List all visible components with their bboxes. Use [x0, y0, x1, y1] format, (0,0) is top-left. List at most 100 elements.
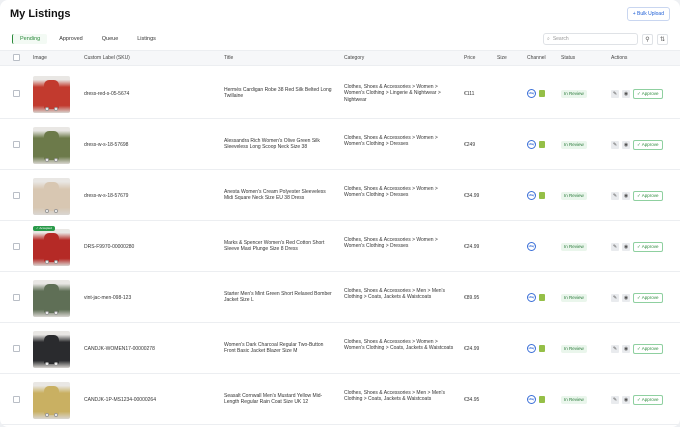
- col-title[interactable]: Title: [224, 55, 233, 61]
- product-thumbnail[interactable]: [33, 279, 70, 317]
- ebay-channel-icon[interactable]: eBay: [527, 139, 536, 149]
- approve-button[interactable]: ✓ Approve: [633, 139, 663, 150]
- row-checkbox[interactable]: [13, 293, 20, 301]
- col-channel[interactable]: Channel: [527, 55, 546, 61]
- status-badge: In Review: [561, 140, 587, 149]
- garment-shape: [44, 79, 59, 109]
- row-checkbox[interactable]: [13, 242, 20, 250]
- category-text: Clothes, Shoes & Accessories > Women > W…: [344, 134, 438, 148]
- table-row[interactable]: dress-w-s-18-57679 Anesta Women's Cream P…: [0, 170, 680, 221]
- shopify-channel-icon[interactable]: [539, 344, 545, 352]
- approve-button[interactable]: ✓ Approve: [633, 394, 663, 405]
- view-icon[interactable]: ◉: [622, 242, 630, 251]
- edit-icon[interactable]: ✎: [611, 89, 619, 98]
- image-pager-dot[interactable]: [45, 412, 49, 417]
- ebay-channel-icon[interactable]: eBay: [527, 241, 536, 251]
- image-pager-dot[interactable]: [54, 259, 58, 264]
- title-text: Alessandra Rich Women's Olive Green Silk…: [224, 137, 320, 151]
- tab-listings[interactable]: Listings: [130, 34, 163, 44]
- edit-icon[interactable]: ✎: [611, 344, 619, 353]
- title-text: Hermès Cardigan Robe 38 Red Silk Belted …: [224, 86, 332, 100]
- product-thumbnail[interactable]: [33, 330, 70, 368]
- image-pager-dot[interactable]: [54, 361, 58, 366]
- ebay-channel-icon[interactable]: eBay: [527, 88, 536, 98]
- image-pager-dot[interactable]: [45, 361, 49, 366]
- edit-icon[interactable]: ✎: [611, 293, 619, 302]
- approve-button[interactable]: ✓ Approve: [633, 241, 663, 252]
- view-icon[interactable]: ◉: [622, 344, 630, 353]
- tabs-row: Pending Approved Queue Listings ⌕ Search…: [0, 28, 680, 50]
- image-pager-dot[interactable]: [45, 157, 49, 162]
- image-pager-dot[interactable]: [54, 310, 58, 315]
- row-checkbox[interactable]: [13, 395, 20, 403]
- view-icon[interactable]: ◉: [622, 293, 630, 302]
- edit-icon[interactable]: ✎: [611, 191, 619, 200]
- image-pager-dot[interactable]: [45, 259, 49, 264]
- shopify-channel-icon[interactable]: [539, 191, 545, 199]
- row-checkbox[interactable]: [13, 89, 20, 97]
- col-sku[interactable]: Custom Label (SKU): [84, 55, 130, 61]
- row-actions: ✎ ◉ ✓ Approve: [611, 241, 663, 252]
- image-pager-dot[interactable]: [45, 106, 49, 111]
- tab-pending[interactable]: Pending: [12, 34, 48, 44]
- table-row[interactable]: ✓ Accepted DRS-F9970-00000280 Marks & Spen…: [0, 221, 680, 272]
- row-actions: ✎ ◉ ✓ Approve: [611, 190, 663, 201]
- tab-queue[interactable]: Queue: [95, 34, 126, 44]
- image-pager-dot[interactable]: [54, 157, 58, 162]
- shopify-channel-icon[interactable]: [539, 89, 545, 97]
- filter-icon[interactable]: ⚲: [642, 33, 653, 45]
- ebay-channel-icon[interactable]: eBay: [527, 190, 536, 200]
- sort-icon[interactable]: ⇅: [657, 33, 668, 45]
- product-thumbnail[interactable]: [33, 228, 70, 266]
- garment-shape: [44, 130, 59, 160]
- row-checkbox[interactable]: [13, 344, 20, 352]
- edit-icon[interactable]: ✎: [611, 395, 619, 404]
- price-text: €34.99: [464, 192, 480, 199]
- approve-button[interactable]: ✓ Approve: [633, 292, 663, 303]
- col-size[interactable]: Size: [497, 55, 507, 61]
- image-pager-dot[interactable]: [54, 208, 58, 213]
- product-thumbnail[interactable]: [33, 381, 70, 419]
- table-row[interactable]: CANDJK-WOMEN17-00000278 Women's Dark Char…: [0, 323, 680, 374]
- product-thumbnail[interactable]: [33, 75, 70, 113]
- product-thumbnail[interactable]: [33, 126, 70, 164]
- toolbar: ⌕ Search ⚲ ⇅: [543, 33, 668, 45]
- approve-button[interactable]: ✓ Approve: [633, 190, 663, 201]
- table-row[interactable]: dress-w-s-18-57698 Alessandra Rich Women'…: [0, 119, 680, 170]
- table-row[interactable]: CANDJK-1P-MS1234-00000264 Seasalt Cornwal…: [0, 374, 680, 425]
- ebay-channel-icon[interactable]: eBay: [527, 343, 536, 353]
- shopify-channel-icon[interactable]: [539, 293, 545, 301]
- search-placeholder: Search: [552, 36, 569, 42]
- table-row[interactable]: dress-red-s-05-5674 Hermès Cardigan Robe …: [0, 68, 680, 119]
- product-thumbnail[interactable]: [33, 177, 70, 215]
- shopify-channel-icon[interactable]: [539, 140, 545, 148]
- table-row[interactable]: vint-jac-men-098-123 Starter Men's Mint G…: [0, 272, 680, 323]
- edit-icon[interactable]: ✎: [611, 140, 619, 149]
- view-icon[interactable]: ◉: [622, 89, 630, 98]
- edit-icon[interactable]: ✎: [611, 242, 619, 251]
- price-text: €34.95: [464, 396, 480, 403]
- row-checkbox[interactable]: [13, 140, 20, 148]
- col-price[interactable]: Price: [464, 55, 475, 61]
- view-icon[interactable]: ◉: [622, 395, 630, 404]
- row-checkbox[interactable]: [13, 191, 20, 199]
- sku-text: CANDJK-1P-MS1234-00000264: [84, 396, 156, 403]
- search-input[interactable]: ⌕ Search: [543, 33, 638, 45]
- col-status[interactable]: Status: [561, 55, 575, 61]
- select-all-checkbox[interactable]: [13, 54, 20, 61]
- ebay-channel-icon[interactable]: eBay: [527, 292, 536, 302]
- approve-button[interactable]: ✓ Approve: [633, 343, 663, 354]
- image-pager-dot[interactable]: [54, 106, 58, 111]
- shopify-channel-icon[interactable]: [539, 395, 545, 403]
- view-icon[interactable]: ◉: [622, 191, 630, 200]
- col-category[interactable]: Category: [344, 55, 364, 61]
- tab-approved[interactable]: Approved: [52, 34, 90, 44]
- image-pager-dot[interactable]: [54, 412, 58, 417]
- bulk-upload-button[interactable]: + Bulk Upload: [626, 7, 670, 21]
- ebay-channel-icon[interactable]: eBay: [527, 394, 536, 404]
- image-pager-dot[interactable]: [45, 310, 49, 315]
- price-text: €111: [464, 90, 475, 97]
- view-icon[interactable]: ◉: [622, 140, 630, 149]
- approve-button[interactable]: ✓ Approve: [633, 88, 663, 99]
- image-pager-dot[interactable]: [45, 208, 49, 213]
